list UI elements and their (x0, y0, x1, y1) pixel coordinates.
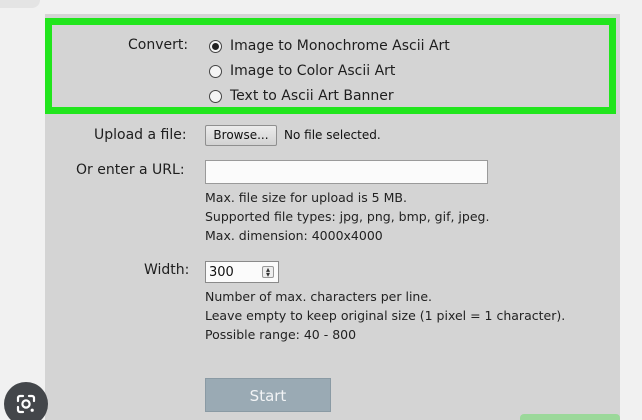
url-input[interactable] (205, 160, 488, 184)
convert-label: Convert: (128, 37, 189, 53)
width-info-max: Number of max. characters per line. (205, 289, 433, 304)
radio-option-label: Image to Monochrome Ascii Art (230, 38, 450, 54)
radio-button[interactable] (209, 64, 222, 78)
width-stepper[interactable]: 300 ▴ ▾ (205, 261, 279, 283)
file-status: No file selected. (284, 128, 381, 142)
top-corner-decoration (0, 0, 40, 8)
radio-button[interactable] (209, 39, 222, 53)
lens-glyph-icon (16, 394, 36, 414)
radio-option-label: Image to Color Ascii Art (230, 63, 396, 79)
upload-info-types: Supported file types: jpg, png, bmp, gif… (205, 209, 490, 224)
google-lens-icon[interactable] (4, 382, 48, 420)
corner-decoration (520, 414, 620, 420)
width-label: Width: (144, 262, 190, 278)
radio-option-monochrome[interactable]: Image to Monochrome Ascii Art (209, 37, 450, 55)
width-value[interactable]: 300 (206, 265, 262, 280)
width-info-empty: Leave empty to keep original size (1 pix… (205, 308, 566, 323)
upload-info-dimension: Max. dimension: 4000x4000 (205, 228, 383, 243)
spinner-arrows-icon[interactable]: ▴ ▾ (262, 266, 274, 279)
radio-button[interactable] (209, 89, 222, 103)
url-label: Or enter a URL: (76, 162, 185, 178)
width-info-range: Possible range: 40 - 800 (205, 327, 357, 342)
radio-option-color[interactable]: Image to Color Ascii Art (209, 62, 395, 80)
browse-button[interactable]: Browse... (205, 125, 277, 146)
radio-option-label: Text to Ascii Art Banner (230, 88, 394, 104)
start-button[interactable]: Start (205, 378, 331, 412)
radio-option-banner[interactable]: Text to Ascii Art Banner (209, 87, 394, 105)
upload-label: Upload a file: (94, 127, 187, 143)
upload-info-size: Max. file size for upload is 5 MB. (205, 190, 407, 205)
